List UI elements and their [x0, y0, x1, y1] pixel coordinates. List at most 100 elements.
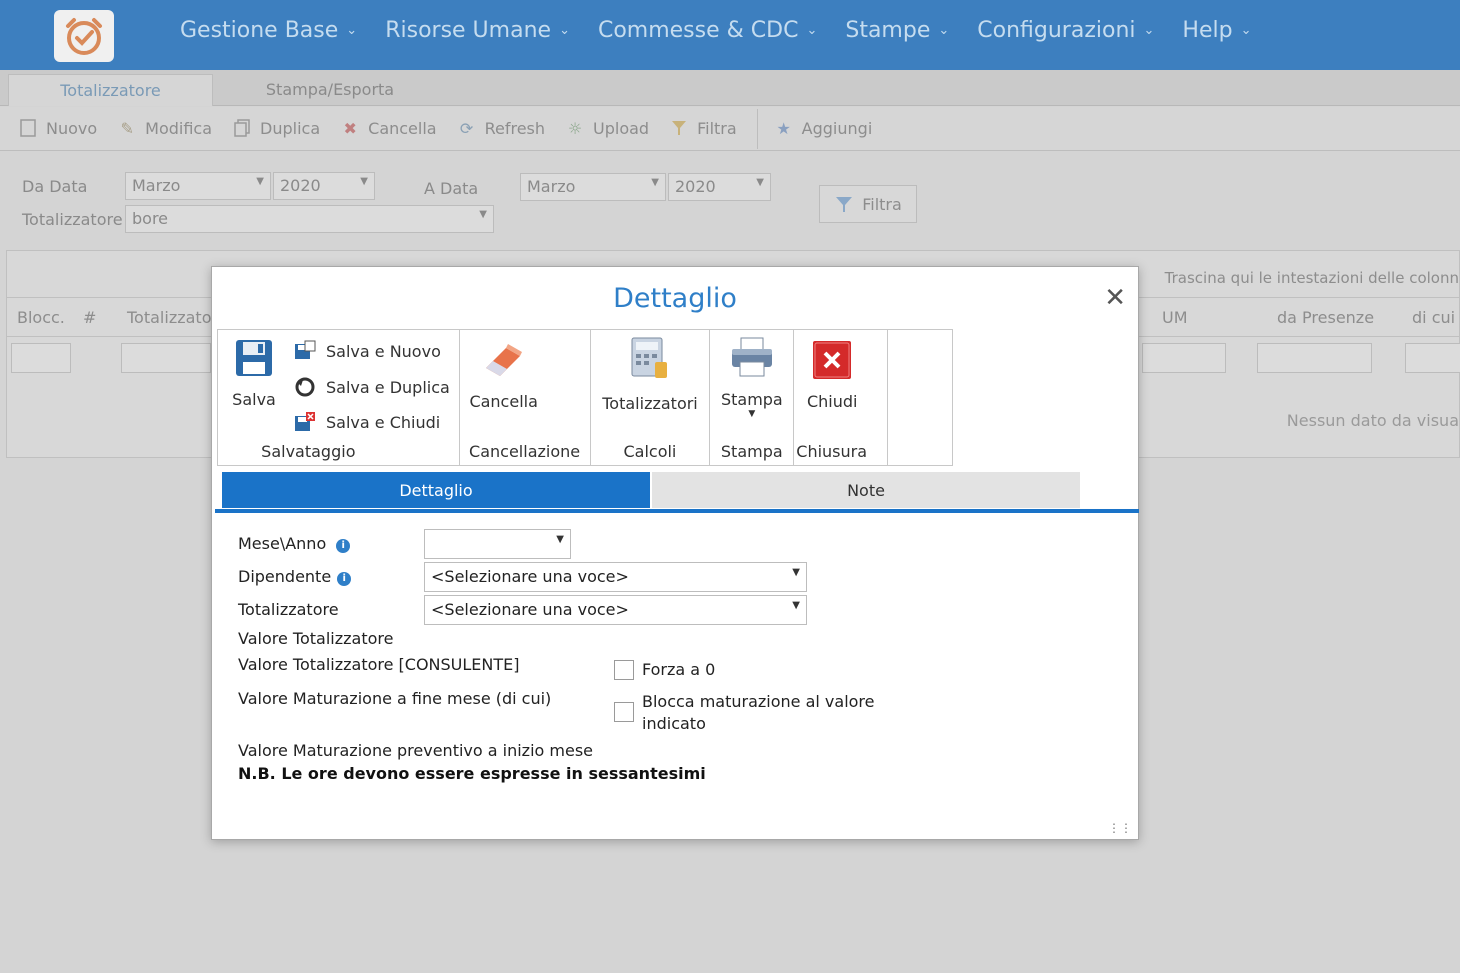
menu-label: Help — [1182, 18, 1233, 43]
button-label: Cancella — [368, 119, 437, 138]
close-dialog-button[interactable]: Chiudi — [794, 340, 870, 411]
save-close-icon — [294, 411, 316, 433]
delete-label: Cancella — [469, 392, 538, 411]
valore-totalizzatore-label: Valore Totalizzatore — [238, 629, 394, 648]
filter-cell-di-cui[interactable] — [1405, 343, 1460, 373]
save-duplicate-icon — [294, 376, 316, 398]
caret-down-icon: ▼ — [792, 600, 800, 611]
tab-dettaglio[interactable]: Dettaglio — [222, 472, 650, 508]
column-header-blocc[interactable]: Blocc. — [17, 308, 65, 327]
resize-grip-icon[interactable]: ⋮⋮ — [1108, 821, 1132, 835]
group-by-hint: Trascina qui le intestazioni delle colon… — [1164, 269, 1459, 287]
totalizers-label: Totalizzatori — [602, 394, 698, 413]
filter-cell-da-presenze[interactable] — [1257, 343, 1372, 373]
group-label-calcoli: Calcoli — [623, 442, 677, 461]
forza-zero-label: Forza a 0 — [642, 660, 716, 679]
info-icon[interactable]: i — [336, 539, 351, 553]
close-red-icon — [813, 341, 852, 379]
add-favorite-button[interactable]: ★ Aggiungi — [774, 119, 873, 139]
a-anno-select[interactable]: 2020 ▼ — [668, 173, 771, 201]
filter-button[interactable]: Filtra — [669, 119, 737, 139]
button-label: Salva e Nuovo — [326, 341, 441, 361]
close-label: Chiudi — [806, 392, 858, 411]
tab-totalizzatore[interactable]: Totalizzatore — [8, 74, 213, 106]
group-label-salvataggio: Salvataggio — [261, 442, 356, 461]
apply-filter-button[interactable]: Filtra — [819, 185, 917, 223]
star-icon: ★ — [776, 118, 791, 138]
menu-help[interactable]: Help ⌄ — [1182, 18, 1251, 43]
totalizzatore-select[interactable]: <Selezionare una voce> ▼ — [424, 595, 807, 625]
new-button[interactable]: Nuovo — [18, 118, 98, 139]
copy-icon — [232, 118, 252, 139]
upload-globe-icon: ☼ — [567, 118, 583, 138]
button-label: Filtra — [697, 119, 737, 138]
dialog-tabs: Dettaglio Note — [222, 472, 1080, 508]
da-anno-select[interactable]: 2020 ▼ — [273, 172, 375, 200]
select-value: Marzo — [527, 177, 576, 196]
menu-gestione-base[interactable]: Gestione Base ⌄ — [180, 18, 357, 43]
blocca-maturazione-label-cont: indicato — [642, 714, 706, 733]
totalizers-button[interactable]: Totalizzatori — [591, 336, 710, 413]
save-button[interactable]: Salva — [226, 338, 282, 409]
close-icon[interactable]: ✕ — [1104, 285, 1126, 311]
mese-anno-select[interactable]: ▼ — [424, 529, 571, 559]
save-and-duplicate-button[interactable]: Salva e Duplica — [294, 376, 450, 398]
edit-button[interactable]: ✎ Modifica — [117, 119, 212, 139]
forza-zero-checkbox[interactable] — [614, 660, 634, 680]
main-menu: Gestione Base ⌄ Risorse Umane ⌄ Commesse &… — [180, 18, 1279, 43]
funnel-icon — [836, 197, 853, 212]
detail-dialog: Dettaglio ✕ Salva Salva e Nuovo Salva e … — [211, 266, 1139, 840]
filter-cell-um[interactable] — [1142, 343, 1226, 373]
empty-grid-message: Nessun dato da visua — [1286, 411, 1459, 430]
column-header-totalizzatore[interactable]: Totalizzato — [127, 308, 211, 327]
clock-check-icon — [66, 18, 102, 55]
totalizzatore-filter-select[interactable]: bore ▼ — [125, 205, 494, 233]
app-logo[interactable] — [54, 10, 114, 62]
delete-button[interactable]: ✖ Cancella — [340, 119, 436, 139]
top-navbar: Gestione Base ⌄ Risorse Umane ⌄ Commesse &… — [0, 0, 1460, 70]
save-and-new-button[interactable]: Salva e Nuovo — [294, 340, 441, 362]
a-data-label: A Data — [424, 179, 479, 198]
menu-risorse-umane[interactable]: Risorse Umane ⌄ — [385, 18, 570, 43]
dropdown-arrow-icon: ▼ — [748, 409, 756, 419]
duplicate-button[interactable]: Duplica — [232, 118, 321, 139]
dipendente-select[interactable]: <Selezionare una voce> ▼ — [424, 562, 807, 592]
main-toolbar: Nuovo ✎ Modifica Duplica ✖ Cancella ⟳ Refre… — [0, 107, 1460, 151]
select-value: <Selezionare una voce> — [431, 600, 629, 619]
column-header-number[interactable]: # — [83, 308, 96, 327]
valore-consulente-label: Valore Totalizzatore [CONSULENTE] — [238, 655, 520, 674]
upload-button[interactable]: ☼ Upload — [565, 119, 649, 139]
ribbon-group-calcoli: Totalizzatori Calcoli — [591, 330, 711, 465]
print-label: Stampa — [720, 390, 783, 409]
button-label: Nuovo — [46, 119, 98, 138]
totalizzatore-filter-label: Totalizzatore — [22, 210, 123, 229]
button-label: Duplica — [260, 119, 321, 138]
chevron-down-icon: ⌄ — [1143, 23, 1155, 38]
menu-commesse-cdc[interactable]: Commesse & CDC ⌄ — [598, 18, 817, 43]
a-mese-select[interactable]: Marzo ▼ — [520, 173, 666, 201]
chevron-down-icon: ⌄ — [806, 23, 818, 38]
mese-anno-label: Mese\Anno i — [238, 534, 351, 553]
refresh-button[interactable]: ⟳ Refresh — [457, 119, 545, 139]
menu-configurazioni[interactable]: Configurazioni ⌄ — [977, 18, 1154, 43]
delete-record-button[interactable]: Cancella — [460, 340, 548, 411]
print-button[interactable]: Stampa ▼ — [710, 336, 793, 419]
save-and-close-button[interactable]: Salva e Chiudi — [294, 411, 440, 433]
column-header-da-presenze[interactable]: da Presenze — [1277, 308, 1374, 327]
blocca-maturazione-checkbox[interactable] — [614, 702, 634, 722]
filter-panel: Da Data Marzo ▼ 2020 ▼ A Data Marzo ▼ 2020 ▼… — [0, 152, 1460, 247]
tab-stampa-esporta[interactable]: Stampa/Esporta — [215, 74, 445, 106]
select-value: <Selezionare una voce> — [431, 567, 629, 586]
da-mese-select[interactable]: Marzo ▼ — [125, 172, 271, 200]
group-label-stampa: Stampa — [720, 442, 783, 461]
menu-stampe[interactable]: Stampe ⌄ — [845, 18, 949, 43]
info-icon[interactable]: i — [337, 572, 352, 586]
button-label: Refresh — [484, 119, 546, 138]
column-header-di-cui[interactable]: di cui — [1412, 308, 1455, 327]
toolbar-divider — [756, 108, 758, 149]
chevron-down-icon: ⌄ — [938, 23, 950, 38]
filter-cell-blocc[interactable] — [11, 343, 71, 373]
filter-cell-totalizzatore[interactable] — [121, 343, 211, 373]
tab-note[interactable]: Note — [652, 472, 1080, 508]
column-header-um[interactable]: UM — [1162, 308, 1188, 327]
